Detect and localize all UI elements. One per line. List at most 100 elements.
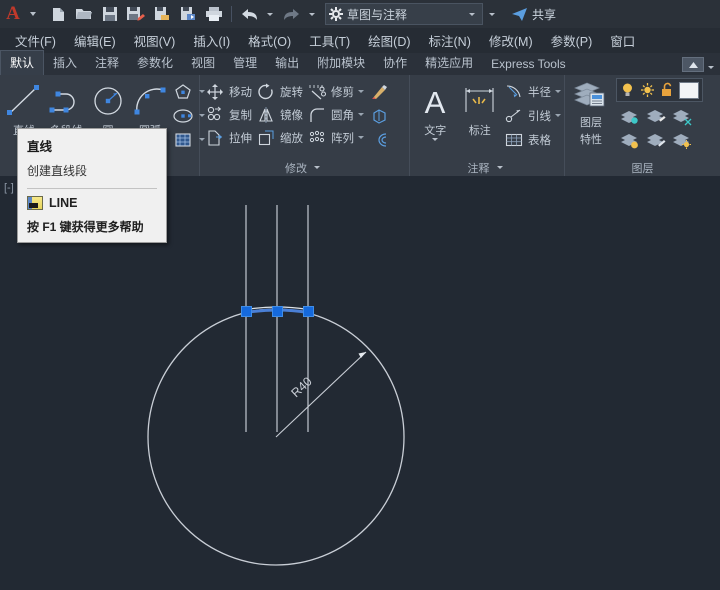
ribbon-minimize-chevron-icon[interactable]	[708, 66, 714, 69]
tab-express-tools[interactable]: Express Tools	[482, 54, 574, 75]
tab-featured-apps[interactable]: 精选应用	[416, 51, 482, 75]
tab-annotate[interactable]: 注释	[86, 51, 128, 75]
radius-leader-line[interactable]	[275, 351, 367, 438]
cloud-save-icon[interactable]	[150, 2, 174, 26]
radius-dimension-icon	[502, 81, 526, 103]
tab-view[interactable]: 视图	[182, 51, 224, 75]
menu-item-parametric[interactable]: 参数(P)	[542, 28, 602, 53]
grip-left[interactable]	[240, 305, 252, 317]
layer-properties-label-1: 图层	[580, 117, 602, 129]
ribbon-panel-modify: 移动 旋转 修剪 复制 镜像 圆角 拉伸 缩放 阵列 修改	[200, 75, 410, 176]
tooltip-divider	[27, 188, 157, 189]
modify-trim-chevron-icon[interactable]	[358, 90, 364, 93]
save-as-icon[interactable]	[124, 2, 148, 26]
modify-array-chevron-icon[interactable]	[358, 136, 364, 139]
trim-icon	[305, 81, 329, 103]
modify-move-button[interactable]: 移动	[203, 80, 252, 103]
menu-item-edit[interactable]: 编辑(E)	[65, 28, 125, 53]
tab-collaborate[interactable]: 协作	[374, 51, 416, 75]
annotation-table-button[interactable]: 表格	[502, 128, 561, 151]
menu-item-draw[interactable]: 绘图(D)	[359, 28, 419, 53]
annotation-radius-button[interactable]: 半径	[502, 80, 561, 103]
modify-array-button[interactable]: 阵列	[305, 126, 364, 149]
modify-explode-button[interactable]	[368, 104, 392, 127]
annotation-panel-chevron-down-icon[interactable]	[496, 166, 503, 169]
menu-item-format[interactable]: 格式(O)	[239, 28, 300, 53]
layer-unlock-icon[interactable]	[660, 82, 674, 98]
modify-stretch-button[interactable]: 拉伸	[203, 126, 252, 149]
menu-item-insert[interactable]: 插入(I)	[184, 28, 239, 53]
layer-match-button[interactable]	[668, 129, 694, 153]
qat-overflow-chevron-icon[interactable]	[489, 12, 495, 16]
autocad-window: A 草图与注释 共享 文件(F) 编辑(E) 视图(V) 插入(I) 格式(O)…	[0, 0, 720, 590]
annotation-leader-button[interactable]: 引线	[502, 104, 561, 127]
layer-isolate-button[interactable]	[616, 105, 642, 129]
grip-right[interactable]	[302, 305, 314, 317]
tooltip-command: LINE	[49, 196, 78, 210]
annotation-leader-chevron-icon[interactable]	[555, 114, 561, 117]
layer-thaw-sun-icon[interactable]	[640, 82, 655, 98]
redo-icon[interactable]	[279, 2, 303, 26]
layer-unisolate-button[interactable]	[616, 129, 642, 153]
tooltip-command-row: LINE	[27, 196, 157, 210]
autocad-logo-button[interactable]: A	[0, 0, 26, 28]
modify-mirror-button[interactable]: 镜像	[254, 103, 303, 126]
layer-state-bar[interactable]	[616, 78, 703, 102]
modify-fillet-button[interactable]: 圆角	[305, 103, 364, 126]
save-icon[interactable]	[98, 2, 122, 26]
line-command-icon	[27, 196, 43, 210]
modify-match-properties-button[interactable]	[368, 80, 392, 103]
annotation-radius-label: 半径	[528, 86, 551, 99]
open-file-icon[interactable]	[72, 2, 96, 26]
menu-item-dimension[interactable]: 标注(N)	[420, 28, 480, 53]
annotation-text-button[interactable]: A 文字	[413, 79, 458, 141]
tab-parametric[interactable]: 参数化	[128, 51, 182, 75]
modify-fillet-chevron-icon[interactable]	[358, 113, 364, 116]
workspace-chevron-down-icon[interactable]	[469, 12, 475, 16]
layer-on-bulb-icon[interactable]	[620, 82, 635, 98]
annotation-text-chevron-down-icon[interactable]	[432, 138, 439, 141]
annotation-radius-chevron-icon[interactable]	[555, 90, 561, 93]
grip-middle[interactable]	[271, 305, 283, 317]
table-icon	[502, 129, 526, 151]
undo-chevron-down-icon[interactable]	[267, 12, 273, 16]
share-button[interactable]: 共享	[511, 6, 556, 23]
layer-freeze-button[interactable]	[642, 105, 668, 129]
tab-insert[interactable]: 插入	[44, 51, 86, 75]
app-menu-chevron-down-icon[interactable]	[30, 12, 36, 16]
modify-trim-button[interactable]: 修剪	[305, 80, 364, 103]
redo-chevron-down-icon[interactable]	[309, 12, 315, 16]
layer-freeze-icon	[646, 110, 666, 122]
print-icon[interactable]	[202, 2, 226, 26]
menu-item-tools[interactable]: 工具(T)	[300, 28, 359, 53]
modify-move-label: 移动	[229, 86, 252, 99]
modify-copy-button[interactable]: 复制	[203, 103, 252, 126]
layer-make-current-icon	[646, 134, 665, 147]
menu-item-modify[interactable]: 修改(M)	[480, 28, 542, 53]
layer-off-button[interactable]	[668, 105, 694, 129]
layer-properties-button[interactable]: 图层 特性	[568, 78, 614, 147]
modify-scale-button[interactable]: 缩放	[254, 126, 303, 149]
modify-offset-button[interactable]	[368, 128, 392, 151]
menu-item-window[interactable]: 窗口	[601, 28, 644, 53]
modify-panel-chevron-down-icon[interactable]	[314, 166, 320, 169]
menu-item-view[interactable]: 视图(V)	[125, 28, 185, 53]
new-file-icon[interactable]	[46, 2, 70, 26]
polyline-icon	[45, 81, 87, 121]
cloud-open-icon[interactable]	[176, 2, 200, 26]
move-icon	[203, 81, 227, 103]
modify-rotate-button[interactable]: 旋转	[254, 80, 303, 103]
annotation-dimension-button[interactable]: 标注	[458, 79, 503, 138]
ribbon-minimize-button[interactable]	[682, 57, 704, 72]
tab-manage[interactable]: 管理	[224, 51, 266, 75]
tab-output[interactable]: 输出	[266, 51, 308, 75]
tab-home[interactable]: 默认	[0, 50, 45, 75]
tab-addins[interactable]: 附加模块	[308, 51, 374, 75]
layer-make-current-button[interactable]	[642, 129, 668, 153]
undo-icon[interactable]	[237, 2, 261, 26]
radius-dimension-text[interactable]: R40	[288, 374, 314, 400]
workspace-switcher[interactable]: 草图与注释	[325, 3, 483, 25]
layer-color-swatch[interactable]	[679, 81, 699, 99]
layer-tools-grid	[616, 105, 703, 153]
modify-copy-label: 复制	[229, 109, 252, 122]
